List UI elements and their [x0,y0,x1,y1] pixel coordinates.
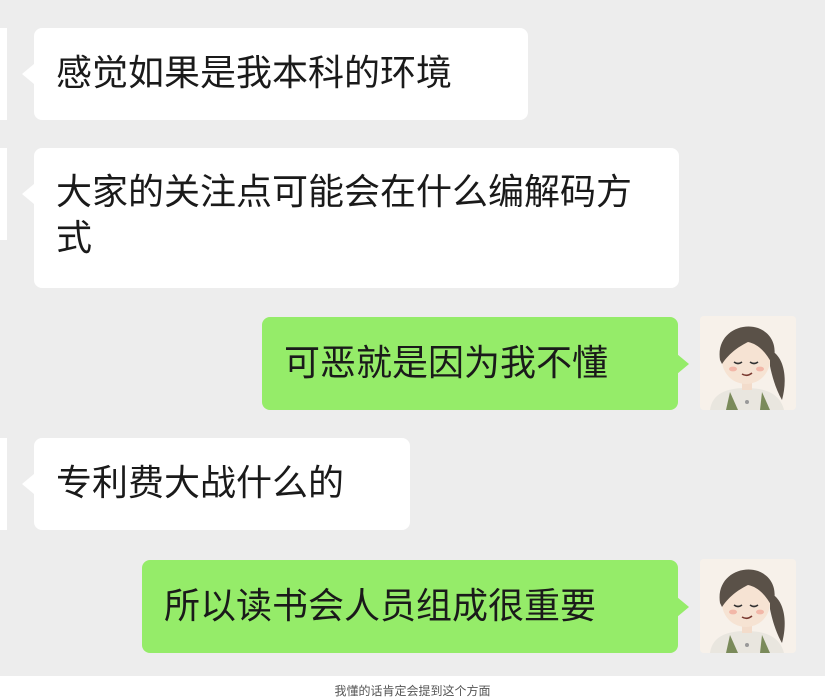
received-message-bubble[interactable]: 专利费大战什么的 [34,438,410,530]
message-text: 感觉如果是我本科的环境 [56,53,453,94]
message-text: 大家的关注点可能会在什么编解码方式 [56,172,633,259]
peer-avatar-edge [0,438,7,530]
bubble-tail [677,597,689,617]
message-text: 专利费大战什么的 [56,463,345,504]
received-message-bubble[interactable]: 大家的关注点可能会在什么编解码方式 [34,148,679,288]
user-avatar-icon[interactable] [700,559,796,653]
bubble-tail [22,64,34,84]
bubble-tail [677,354,689,374]
message-text: 所以读书会人员组成很重要 [164,585,597,627]
received-message-bubble[interactable]: 感觉如果是我本科的环境 [34,28,528,120]
chat-screenshot: 感觉如果是我本科的环境 大家的关注点可能会在什么编解码方式 可恶就是因为我不懂 [0,0,825,676]
peer-avatar-edge [0,28,7,120]
sent-message-bubble[interactable]: 可恶就是因为我不懂 [262,317,678,410]
message-text: 可恶就是因为我不懂 [284,342,609,384]
sent-message-bubble[interactable]: 所以读书会人员组成很重要 [142,560,678,653]
user-avatar-icon[interactable] [700,316,796,410]
bubble-tail [22,184,34,204]
image-caption: 我懂的话肯定会提到这个方面 [334,684,491,698]
bubble-tail [22,474,34,494]
peer-avatar-edge [0,148,7,240]
